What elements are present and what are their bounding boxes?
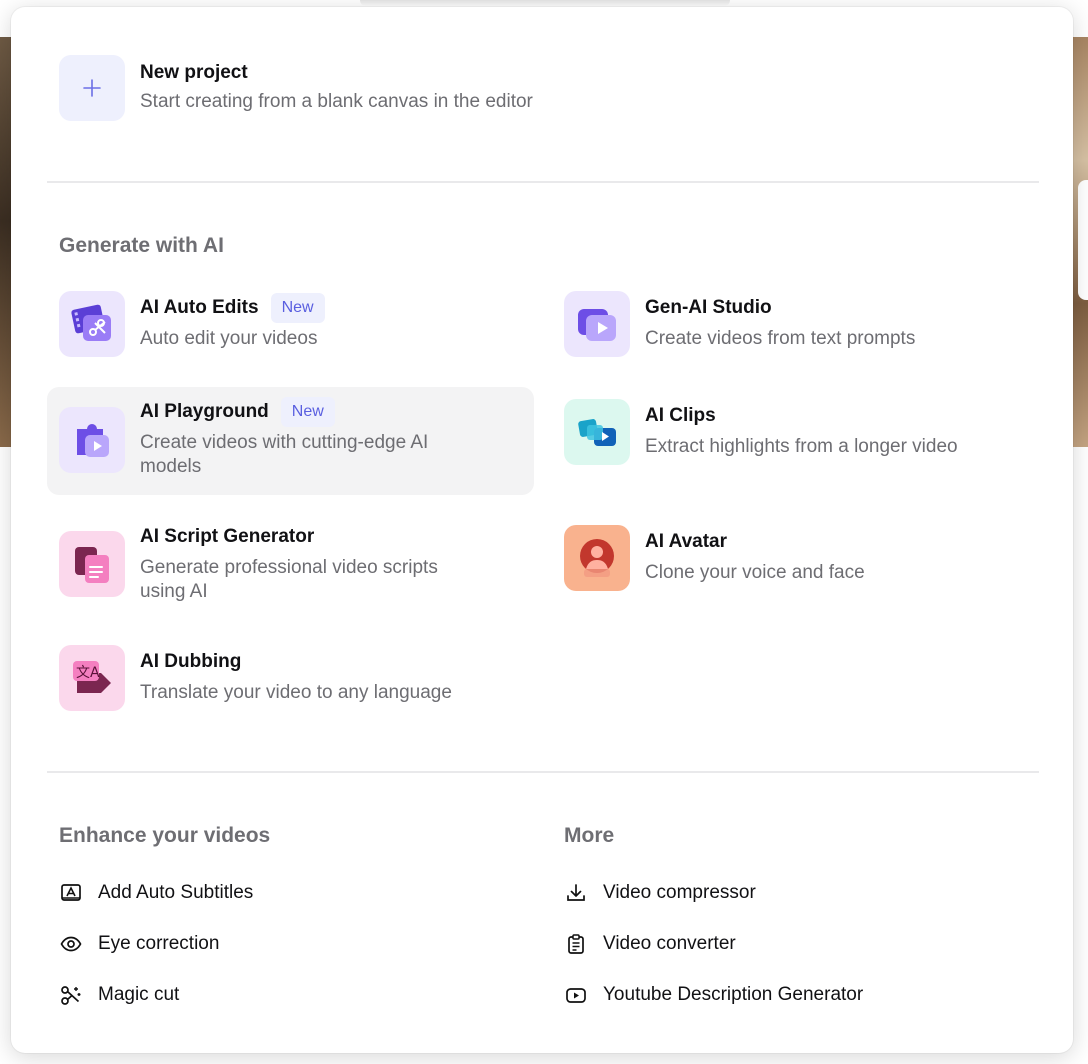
- translate-icon: 文A: [59, 645, 125, 711]
- item-subtitle: Clone your voice and face: [645, 562, 865, 583]
- menu-item-ai-clips[interactable]: AI Clips Extract highlights from a longe…: [564, 399, 1034, 465]
- new-badge: New: [270, 293, 325, 323]
- new-project-subtitle: Start creating from a blank canvas in th…: [140, 91, 533, 112]
- divider: [47, 771, 1039, 773]
- background-card: [1078, 180, 1088, 300]
- link-label: Eye correction: [98, 933, 220, 954]
- section-heading-generate: Generate with AI: [59, 234, 224, 257]
- item-subtitle: Extract highlights from a longer video: [645, 436, 958, 457]
- link-youtube-description-generator[interactable]: Youtube Description Generator: [564, 981, 863, 1009]
- youtube-icon: [564, 983, 588, 1007]
- clipboard-icon: [564, 932, 588, 956]
- link-video-converter[interactable]: Video converter: [564, 930, 736, 958]
- avatar-person-icon: [564, 525, 630, 591]
- new-badge: New: [280, 397, 335, 427]
- script-document-icon: [59, 531, 125, 597]
- svg-text:文A: 文A: [76, 665, 100, 681]
- section-heading-more: More: [564, 824, 615, 847]
- menu-item-ai-avatar[interactable]: AI Avatar Clone your voice and face: [564, 525, 1034, 591]
- link-label: Add Auto Subtitles: [98, 882, 254, 903]
- link-eye-correction[interactable]: Eye correction: [59, 930, 219, 958]
- item-title: AI Clips: [645, 405, 716, 426]
- item-title: AI Script Generator: [140, 526, 315, 547]
- item-subtitle: Create videos with cutting-edge AI model…: [140, 432, 429, 477]
- item-title: AI Avatar: [645, 531, 728, 552]
- item-title: AI Dubbing: [140, 651, 242, 672]
- menu-item-ai-dubbing[interactable]: 文A AI Dubbing Translate your video to an…: [59, 645, 539, 711]
- divider: [47, 181, 1039, 183]
- new-project-button[interactable]: New project Start creating from a blank …: [59, 55, 619, 121]
- video-play-icon: [564, 291, 630, 357]
- eye-icon: [59, 932, 83, 956]
- menu-item-gen-ai-studio[interactable]: Gen-AI Studio Create videos from text pr…: [564, 291, 1034, 357]
- link-label: Video converter: [603, 933, 736, 954]
- item-subtitle: Translate your video to any language: [140, 682, 452, 703]
- link-label: Magic cut: [98, 984, 180, 1005]
- item-title: Gen-AI Studio: [645, 297, 772, 318]
- link-label: Youtube Description Generator: [603, 984, 864, 1005]
- clips-icon: [564, 399, 630, 465]
- item-title: AI Auto Edits: [140, 297, 259, 318]
- top-shadow: [360, 0, 730, 6]
- create-menu: New project Start creating from a blank …: [11, 7, 1073, 1053]
- link-video-compressor[interactable]: Video compressor: [564, 879, 756, 907]
- subtitles-icon: [59, 881, 83, 905]
- link-label: Video compressor: [603, 882, 756, 903]
- download-icon: [564, 881, 588, 905]
- link-add-auto-subtitles[interactable]: Add Auto Subtitles: [59, 879, 253, 907]
- item-subtitle: Create videos from text prompts: [645, 328, 916, 349]
- new-project-title: New project: [140, 62, 248, 83]
- menu-item-ai-playground[interactable]: AI Playground New Create videos with cut…: [47, 387, 534, 495]
- item-title: AI Playground: [140, 401, 269, 422]
- item-subtitle: Auto edit your videos: [140, 328, 318, 349]
- plus-icon: [59, 55, 125, 121]
- puzzle-play-icon: [59, 407, 125, 473]
- link-magic-cut[interactable]: Magic cut: [59, 981, 179, 1009]
- section-heading-enhance: Enhance your videos: [59, 824, 271, 847]
- film-scissors-icon: [59, 291, 125, 357]
- menu-item-ai-script-generator[interactable]: AI Script Generator Generate professiona…: [59, 520, 539, 604]
- magic-scissors-icon: [59, 983, 83, 1007]
- item-subtitle: Generate professional video scripts usin…: [140, 557, 438, 602]
- menu-item-ai-auto-edits[interactable]: AI Auto Edits New Auto edit your videos: [59, 291, 539, 357]
